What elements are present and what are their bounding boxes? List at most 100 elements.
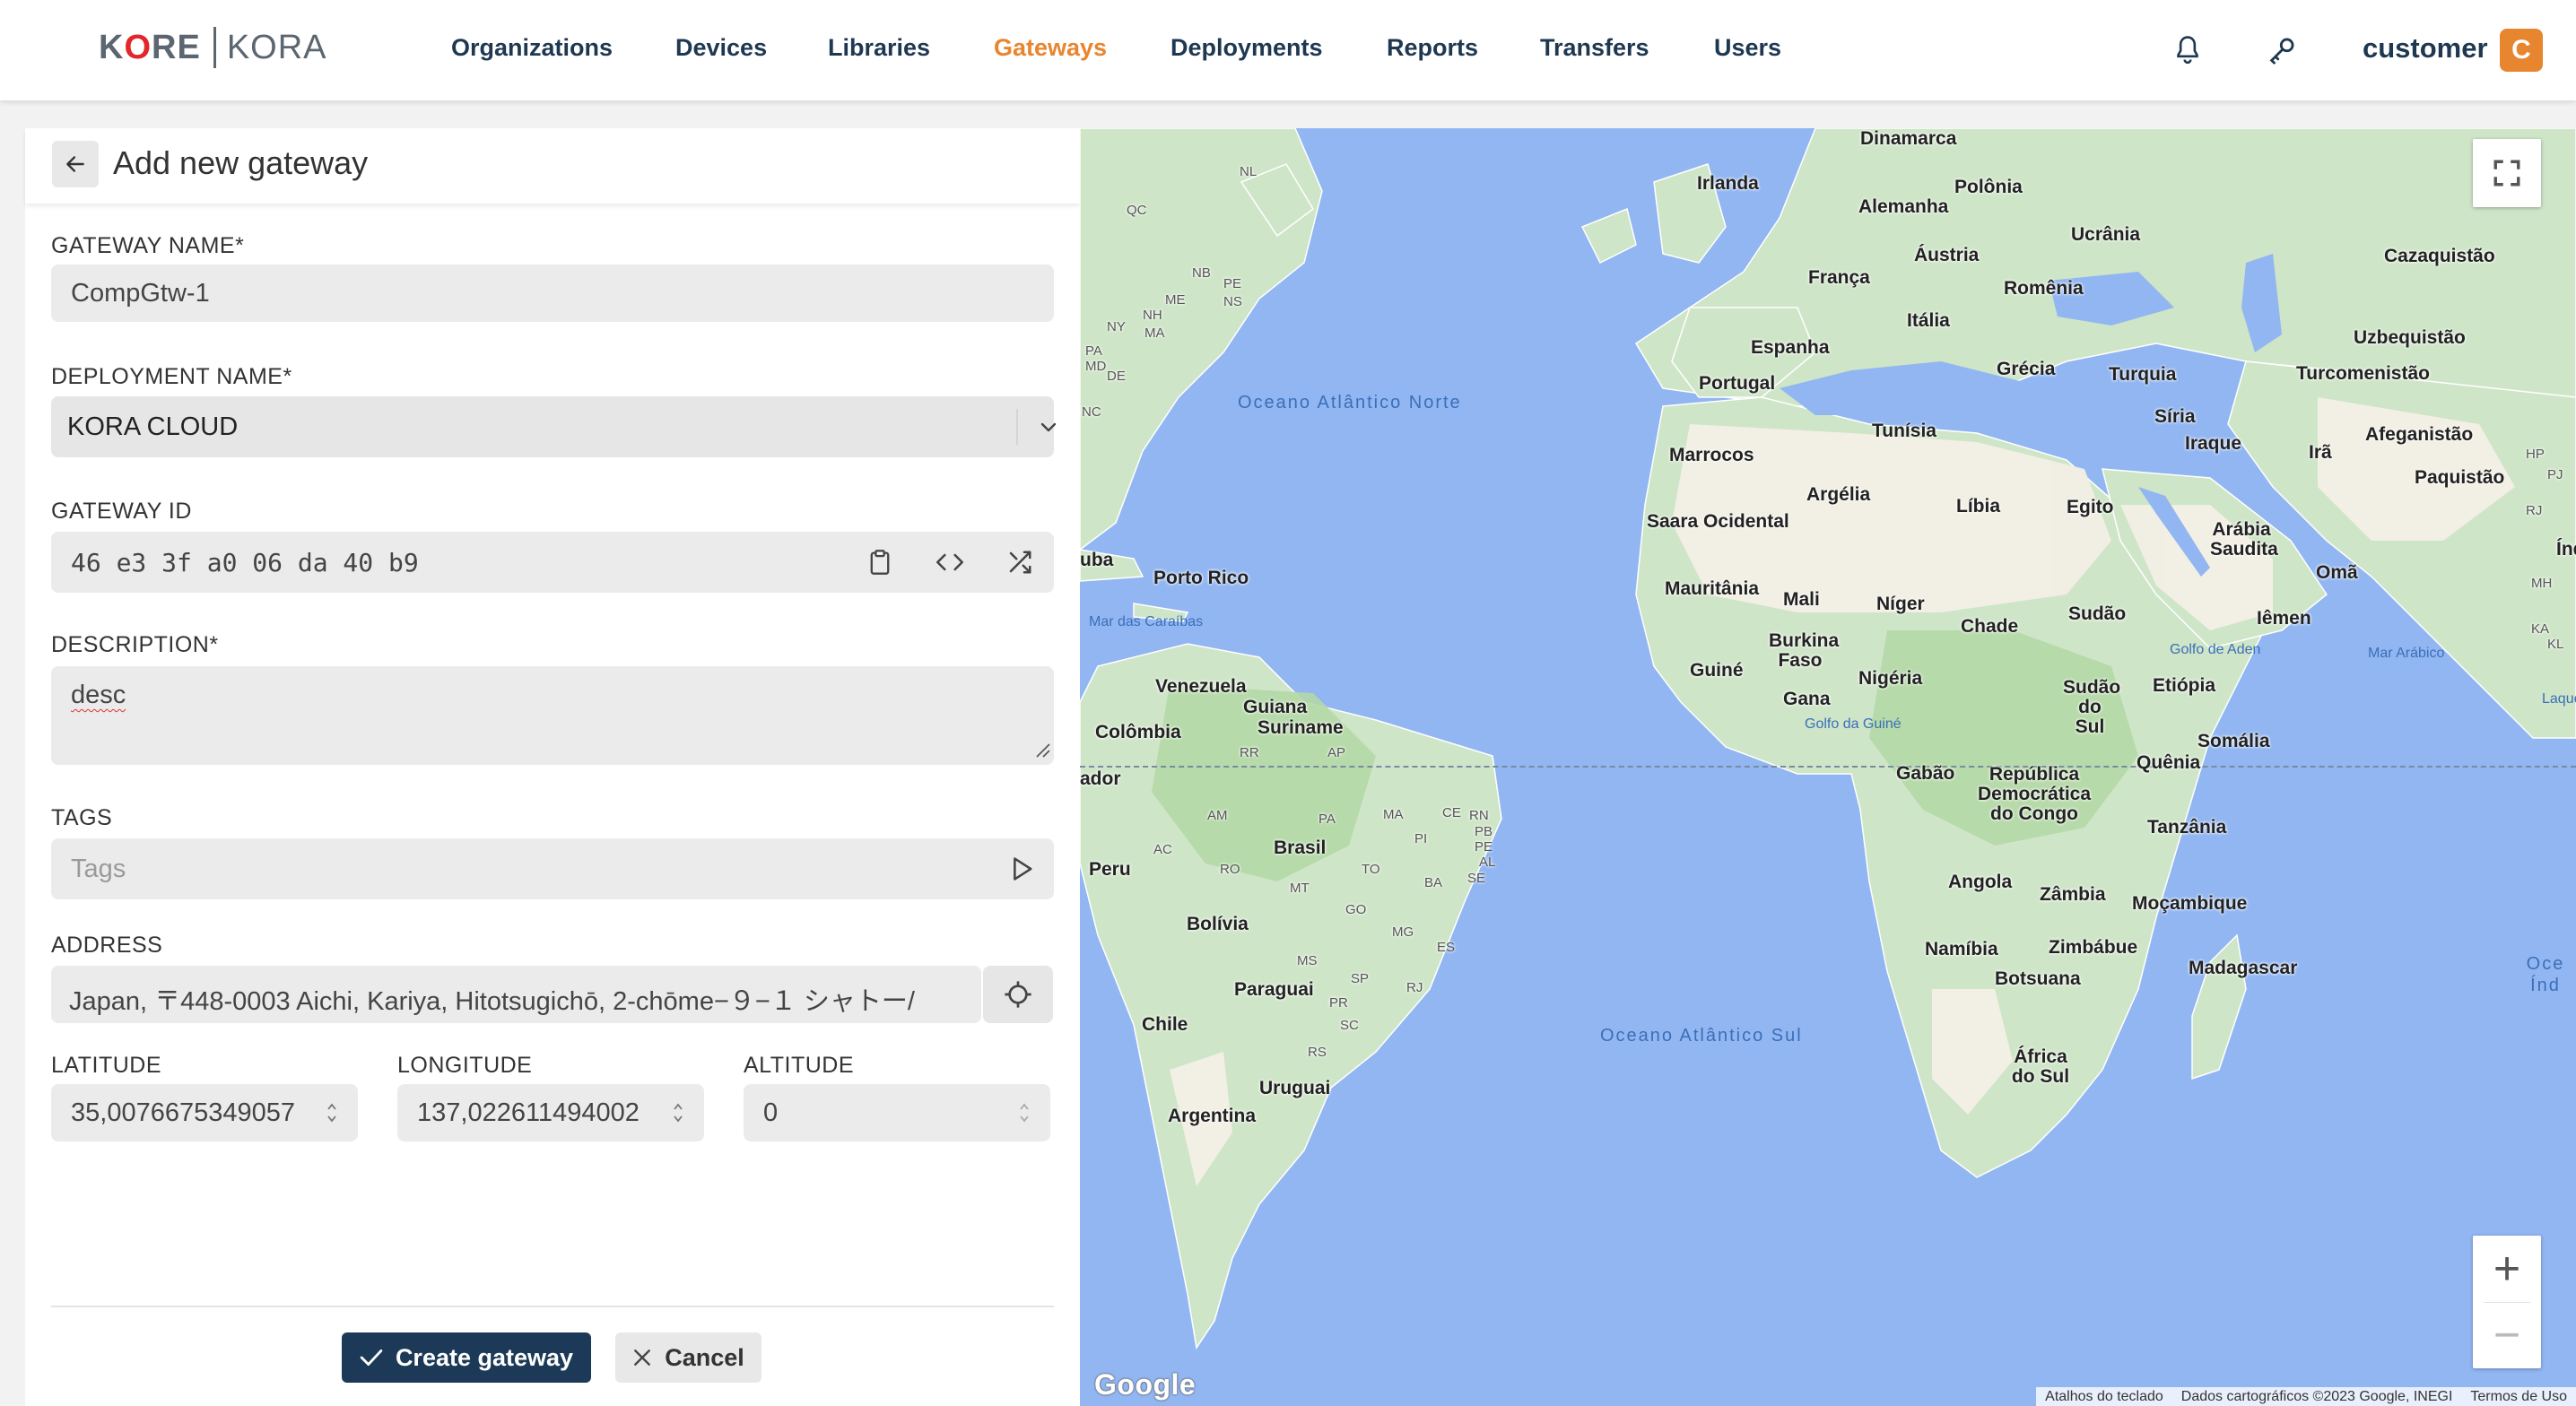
kore-kora-logo[interactable]: KORE KORA	[99, 25, 327, 70]
country-label: Afeganistão	[2365, 424, 2474, 445]
map-data-text: Dados cartográficos ©2023 Google, INEGI	[2180, 1388, 2453, 1404]
country-label: Grécia	[1997, 359, 2056, 379]
nav-libraries[interactable]: Libraries	[828, 34, 930, 62]
country-label: Venezuela	[1155, 676, 1247, 697]
country-label: Etiópia	[2153, 675, 2216, 696]
nav-transfers[interactable]: Transfers	[1540, 34, 1649, 62]
code-icon[interactable]	[930, 542, 970, 582]
nav-reports[interactable]: Reports	[1387, 34, 1478, 62]
region-code-label: RJ	[2526, 503, 2543, 518]
latitude-input[interactable]: 35,0076675349057	[51, 1084, 358, 1141]
country-label: Gana	[1783, 689, 1831, 709]
sea-label: Golfo de Aden	[2170, 642, 2261, 657]
region-code-label: CE	[1442, 805, 1461, 820]
region-code-label: QC	[1127, 203, 1147, 218]
country-label: Madagascar	[2189, 958, 2298, 978]
nav-users[interactable]: Users	[1714, 34, 1781, 62]
region-code-label: TO	[1362, 862, 1380, 877]
description-textarea[interactable]: desc	[51, 666, 1054, 765]
resize-handle-icon[interactable]	[1029, 736, 1054, 761]
user-avatar[interactable]: C	[2500, 29, 2543, 72]
description-value: desc	[71, 681, 126, 709]
country-label: Dinamarca	[1860, 128, 1957, 149]
zoom-control: + −	[2473, 1236, 2541, 1368]
gateway-name-label: GATEWAY NAME*	[51, 233, 245, 258]
map-view[interactable]: Oceano Atlântico Norte Oceano Atlântico …	[1080, 128, 2576, 1406]
locate-button[interactable]	[983, 966, 1053, 1023]
altitude-label: ALTITUDE	[744, 1053, 854, 1078]
altitude-input[interactable]: 0	[744, 1084, 1050, 1141]
nav-deployments[interactable]: Deployments	[1171, 34, 1323, 62]
country-label: Omã	[2316, 562, 2358, 583]
back-button[interactable]	[52, 141, 99, 187]
country-label: Gabão	[1896, 763, 1955, 784]
logo-separator	[213, 27, 216, 68]
keyboard-shortcuts-link[interactable]: Atalhos do teclado	[2036, 1389, 2172, 1405]
clipboard-icon[interactable]	[860, 542, 900, 582]
region-code-label: NC	[1082, 404, 1101, 420]
country-label: França	[1808, 267, 1870, 288]
region-code-label: AL	[1479, 855, 1496, 870]
country-label: Botsuana	[1995, 968, 2081, 989]
region-code-label: KA	[2531, 621, 2550, 637]
region-code-label: HP	[2526, 447, 2545, 462]
stepper-icon[interactable]	[672, 1100, 684, 1125]
region-code-label: PA	[1318, 811, 1336, 827]
region-code-label: MA	[1383, 807, 1404, 822]
address-label: ADDRESS	[51, 933, 163, 958]
nav-organizations[interactable]: Organizations	[451, 34, 613, 62]
country-label: Argentina	[1168, 1106, 1257, 1126]
region-code-label: NS	[1223, 294, 1242, 309]
check-icon	[360, 1350, 383, 1366]
country-label: Líbia	[1956, 496, 2001, 516]
deployment-name-select[interactable]: KORA CLOUD	[51, 396, 1057, 457]
zoom-in-button[interactable]: +	[2473, 1236, 2541, 1302]
map-attribution: Atalhos do teclado Dados cartográficos ©…	[2036, 1387, 2576, 1406]
region-code-label: PE	[1223, 276, 1242, 291]
user-name[interactable]: customer	[2363, 32, 2488, 65]
ocean-label: Oceano Atlântico Norte	[1238, 393, 1462, 412]
tags-input[interactable]: Tags	[51, 838, 1054, 899]
region-code-label: NB	[1192, 265, 1211, 281]
cancel-button[interactable]: Cancel	[615, 1332, 761, 1383]
play-arrow-icon[interactable]	[1002, 849, 1041, 889]
country-label: Tanzânia	[2147, 817, 2227, 838]
zoom-out-button[interactable]: −	[2473, 1302, 2541, 1368]
select-separator	[1016, 409, 1018, 445]
nav-gateways[interactable]: Gateways	[994, 34, 1107, 62]
fullscreen-button[interactable]	[2473, 139, 2541, 207]
terms-link[interactable]: Termos de Uso	[2461, 1389, 2576, 1405]
region-code-label: SC	[1340, 1018, 1359, 1033]
country-label: Zimbábue	[2049, 937, 2138, 958]
chevron-down-icon[interactable]	[1029, 407, 1068, 447]
stepper-icon[interactable]	[326, 1100, 338, 1125]
create-gateway-button[interactable]: Create gateway	[342, 1332, 591, 1383]
stepper-icon[interactable]	[1018, 1100, 1031, 1125]
country-label: Sudão do Sul	[2063, 677, 2121, 737]
nav-devices[interactable]: Devices	[675, 34, 767, 62]
logo-o-letter: O	[124, 28, 152, 66]
edge-label: Índ	[2556, 539, 2576, 560]
region-code-label: ME	[1165, 292, 1186, 308]
country-label: Porto Rico	[1153, 568, 1249, 588]
longitude-input[interactable]: 137,022611494002	[397, 1084, 704, 1141]
region-code-label: MD	[1085, 359, 1107, 374]
country-label: Paraguai	[1234, 979, 1314, 1000]
region-code-label: PE	[1475, 839, 1493, 855]
google-logo[interactable]: Google	[1094, 1368, 1196, 1402]
region-code-label: SE	[1467, 871, 1486, 886]
country-label: Níger	[1876, 594, 1925, 614]
key-icon[interactable]	[2262, 30, 2302, 70]
address-input[interactable]: Japan, 〒448-0003 Aichi, Kariya, Hitotsug…	[51, 966, 981, 1023]
country-label: Chade	[1961, 616, 2019, 637]
country-label: Colômbia	[1095, 722, 1181, 742]
country-label: Burkina Faso	[1769, 630, 1840, 671]
crosshair-icon	[998, 975, 1038, 1014]
gateway-name-input[interactable]: CompGtw-1	[51, 265, 1054, 322]
gateway-id-input[interactable]: 46 e3 3f a0 06 da 40 b9	[51, 532, 1054, 593]
bell-icon[interactable]	[2168, 30, 2207, 70]
country-label: República Democrática do Congo	[1977, 764, 2092, 824]
country-label: Áustria	[1914, 245, 1980, 265]
region-code-label: AP	[1327, 745, 1346, 760]
shuffle-icon[interactable]	[1000, 542, 1040, 582]
